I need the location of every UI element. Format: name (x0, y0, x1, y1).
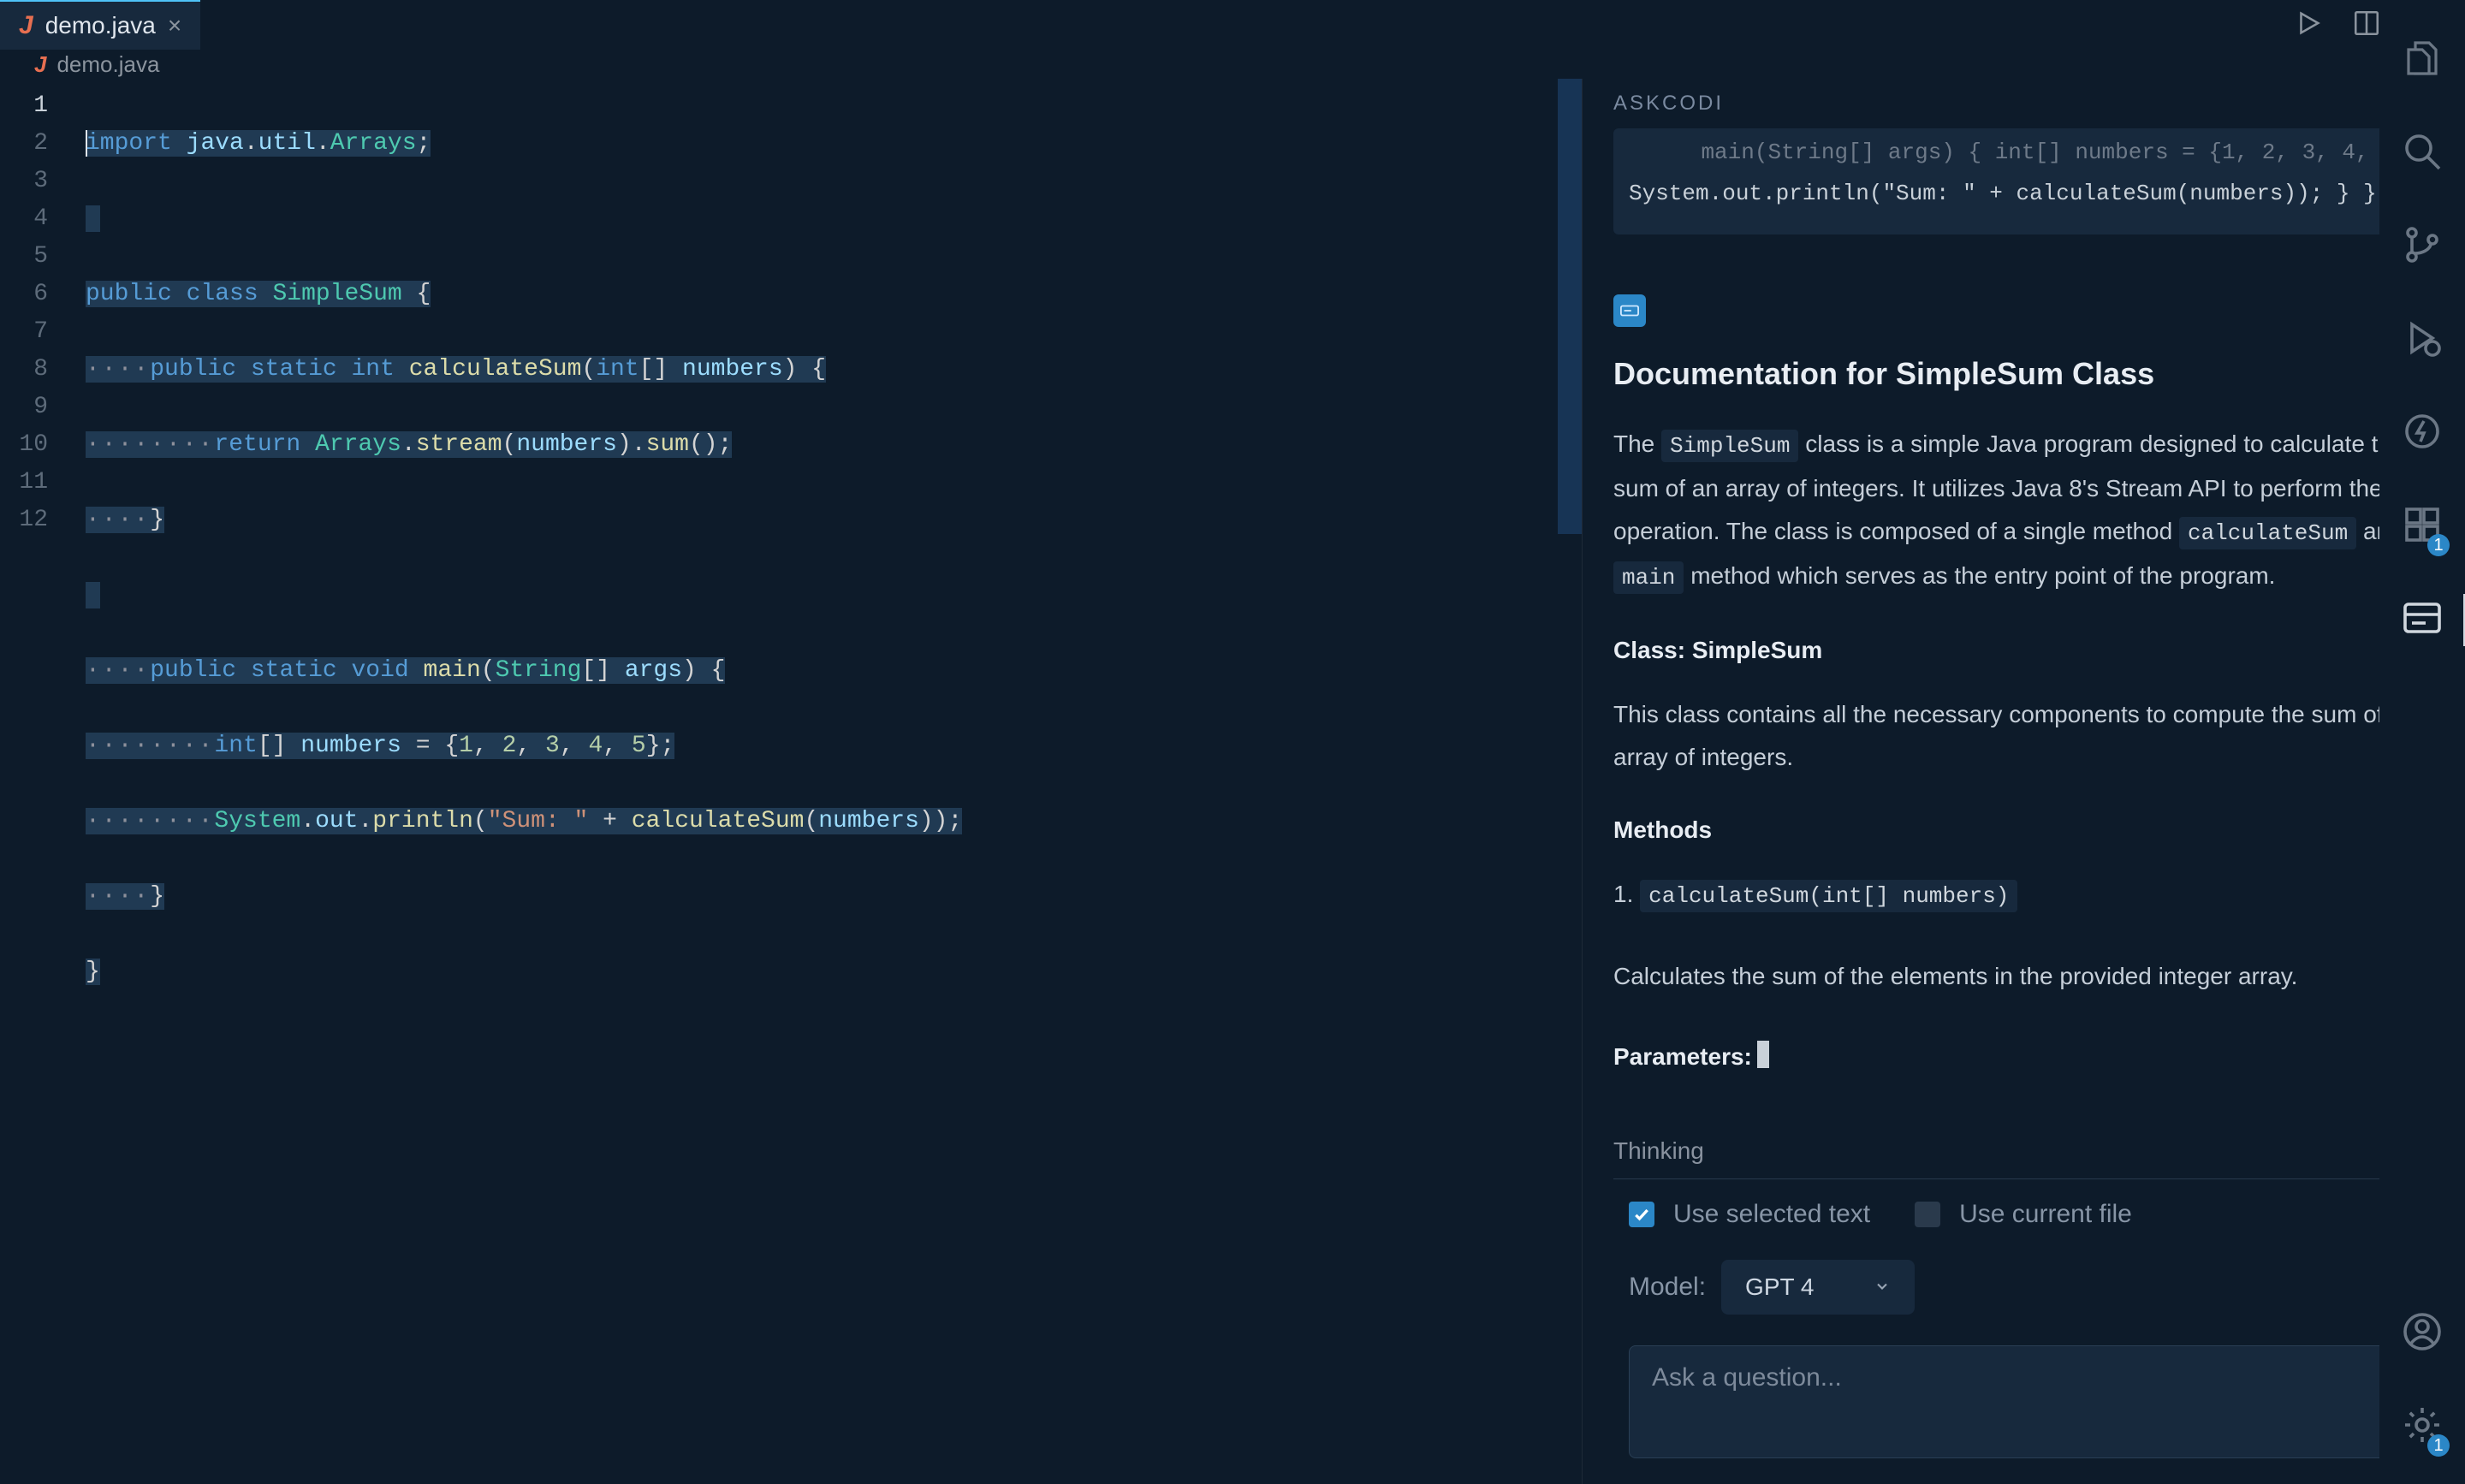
search-icon[interactable] (2402, 131, 2443, 176)
streaming-cursor (1757, 1041, 1769, 1068)
power-icon[interactable] (2402, 411, 2443, 456)
params-label: Parameters: (1613, 1043, 1752, 1070)
panel-title: ASKCODI (1613, 79, 2438, 128)
split-editor-icon[interactable] (2352, 9, 2381, 42)
ask-input[interactable]: Ask a question... (1629, 1345, 2422, 1458)
thinking-status: Thinking (1613, 1129, 2438, 1178)
line-gutter: 1 2 3 4 5 6 7 8 9 10 11 12 (0, 79, 86, 1484)
method-description: Calculates the sum of the elements in th… (1613, 955, 2438, 998)
gear-icon[interactable]: 1 (2402, 1404, 2443, 1450)
java-file-icon: J (19, 11, 33, 40)
method-signature: 1. calculateSum(int[] numbers) (1613, 873, 2438, 917)
settings-badge: 1 (2427, 1434, 2450, 1457)
use-selected-checkbox[interactable] (1629, 1202, 1654, 1227)
source-control-icon[interactable] (2402, 224, 2443, 270)
doc-paragraph: The SimpleSum class is a simple Java pro… (1613, 423, 2438, 599)
code-content[interactable]: import java.util.Arrays; public class Si… (86, 79, 1582, 1484)
divider (1613, 1178, 2438, 1179)
account-icon[interactable] (2402, 1311, 2443, 1356)
doc-heading: Documentation for SimpleSum Class (1613, 356, 2438, 392)
scrollbar-overview[interactable] (1558, 79, 1582, 534)
assistant-response: Documentation for SimpleSum Class The Si… (1613, 356, 2438, 1116)
askcodi-panel: ASKCODI main(String[] args) { int[] numb… (1582, 79, 2465, 1484)
tab-label: demo.java (45, 12, 156, 39)
run-icon[interactable] (2294, 9, 2323, 42)
methods-heading: Methods (1613, 816, 2438, 844)
run-debug-icon[interactable] (2402, 318, 2443, 363)
breadcrumb-label: demo.java (56, 51, 159, 78)
close-icon[interactable]: × (168, 12, 181, 39)
model-value: GPT 4 (1745, 1273, 1814, 1301)
chevron-down-icon (1874, 1273, 1891, 1301)
model-select[interactable]: GPT 4 (1721, 1260, 1915, 1315)
java-file-icon: J (34, 51, 46, 78)
class-heading: Class: SimpleSum (1613, 637, 2438, 664)
extensions-icon[interactable]: 1 (2402, 504, 2443, 549)
context-snippet: main(String[] args) { int[] numbers = {1… (1613, 128, 2438, 234)
explorer-icon[interactable] (2402, 38, 2443, 83)
code-editor[interactable]: 1 2 3 4 5 6 7 8 9 10 11 12 import java.u… (0, 79, 1582, 1484)
breadcrumb[interactable]: J demo.java (0, 50, 2465, 79)
use-current-file-checkbox[interactable] (1915, 1202, 1940, 1227)
tab-bar: J demo.java × (0, 0, 2465, 50)
context-options: Use selected text Use current file (1613, 1200, 2438, 1229)
class-description: This class contains all the necessary co… (1613, 693, 2438, 779)
editor-tab-demo[interactable]: J demo.java × (0, 0, 200, 50)
model-label: Model: (1629, 1273, 1706, 1302)
use-selected-label: Use selected text (1673, 1200, 1870, 1229)
activity-bar: 1 1 (2379, 0, 2465, 1484)
askcodi-sidebar-icon[interactable] (2402, 597, 2443, 643)
extensions-badge: 1 (2427, 534, 2450, 556)
use-current-file-label: Use current file (1959, 1200, 2132, 1229)
model-row: Model: GPT 4 (1613, 1260, 2438, 1315)
assistant-badge-icon (1613, 294, 1646, 327)
